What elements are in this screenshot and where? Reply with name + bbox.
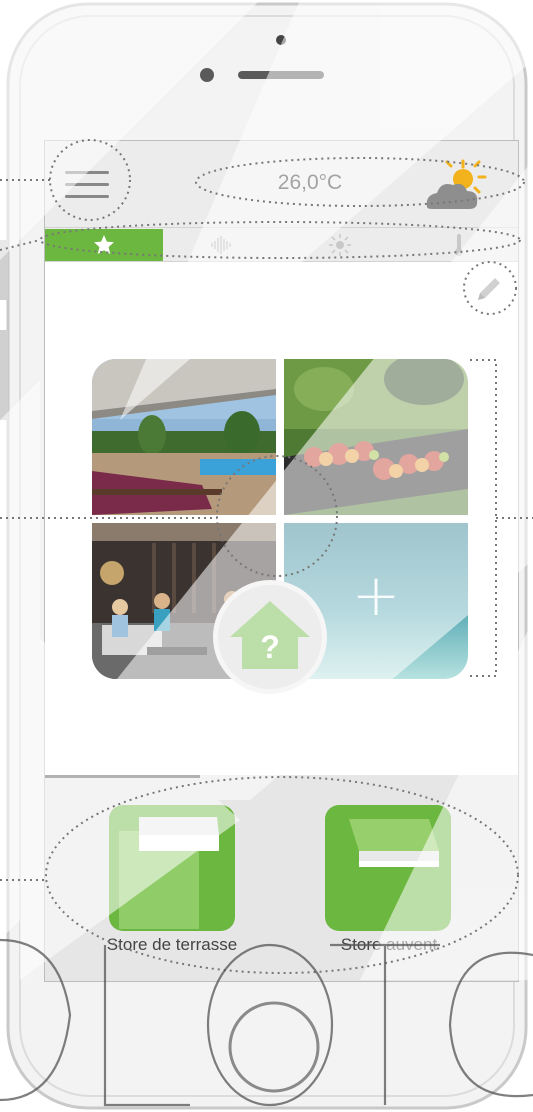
- speaker-grille-icon: [238, 71, 324, 79]
- device-terrace-awning-button[interactable]: [109, 805, 235, 931]
- barbecue-image: [284, 359, 468, 515]
- device-label-awning: Store auvent: [340, 935, 438, 954]
- tab-temperature[interactable]: [400, 229, 518, 261]
- barbecue-photo[interactable]: [284, 359, 468, 515]
- front-sensor-icon: [276, 35, 286, 45]
- device-label-terrace: Store de terrasse: [106, 935, 238, 954]
- edit-button[interactable]: [468, 268, 510, 310]
- partly-cloudy-sun-icon: [426, 159, 487, 209]
- app-mockup: 26,0°C + ? Store de terrasse Store auven…: [0, 0, 533, 1112]
- sound-wave-icon: [211, 236, 231, 254]
- tab-bar: [45, 229, 518, 262]
- question-mark: ?: [260, 629, 280, 665]
- menu-button[interactable]: [59, 163, 113, 207]
- star-icon: [94, 235, 114, 254]
- device-dock: Store de terrasse Store auvent: [45, 775, 518, 981]
- scene-area: + ?: [45, 262, 518, 777]
- device-awning-button[interactable]: [325, 805, 451, 931]
- phone-screen: 26,0°C + ? Store de terrasse Store auven…: [44, 140, 519, 982]
- thermometer-icon: [455, 234, 463, 256]
- pool-terrace-image: [92, 359, 276, 515]
- camera-icon: [200, 68, 214, 82]
- tab-favorites[interactable]: [45, 229, 163, 261]
- tab-sun[interactable]: [281, 229, 399, 261]
- pencil-icon: [478, 278, 500, 300]
- terrace-awning-icon: [119, 817, 219, 929]
- sun-icon: [329, 234, 351, 256]
- pool-terrace-photo[interactable]: [92, 359, 276, 515]
- awning-icon: [349, 819, 439, 867]
- temperature-readout: 26,0°C: [277, 171, 343, 194]
- tab-sound[interactable]: [163, 229, 281, 261]
- dock-indicator: [45, 775, 200, 778]
- home-scene-button[interactable]: ?: [218, 585, 322, 689]
- top-bar: 26,0°C: [45, 141, 518, 228]
